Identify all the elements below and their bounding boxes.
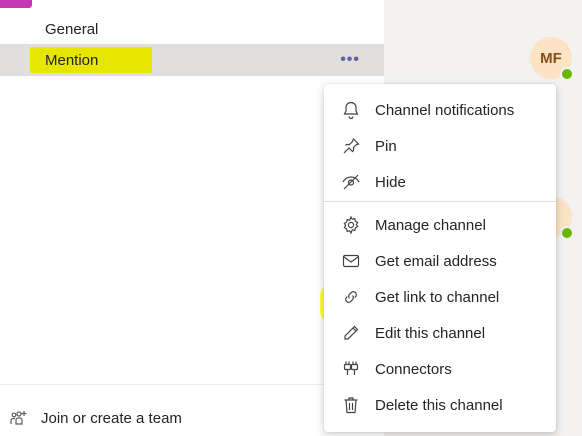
channel-context-menu: Channel notifications Pin Hide Manage ch…: [324, 84, 556, 432]
bell-icon: [340, 99, 362, 121]
menu-item-connectors[interactable]: Connectors: [324, 351, 556, 387]
menu-item-get-link-to-channel[interactable]: Get link to channel: [324, 279, 556, 315]
menu-item-get-email-address[interactable]: Get email address: [324, 243, 556, 279]
channel-item-general[interactable]: General: [0, 13, 384, 45]
menu-item-label: Connectors: [375, 360, 452, 378]
add-team-icon: [9, 408, 29, 428]
mail-icon: [340, 250, 362, 272]
presence-available-icon: [560, 67, 574, 81]
menu-item-label: Hide: [375, 173, 406, 191]
team-color-marker: [0, 0, 32, 8]
menu-item-label: Get email address: [375, 252, 497, 270]
join-or-create-team-button[interactable]: Join or create a team: [0, 400, 182, 436]
menu-item-edit-this-channel[interactable]: Edit this channel: [324, 315, 556, 351]
gear-icon: [340, 214, 362, 236]
menu-item-label: Pin: [375, 137, 397, 155]
menu-item-label: Channel notifications: [375, 101, 515, 119]
channel-label: General: [45, 20, 99, 38]
menu-item-label: Edit this channel: [375, 324, 486, 342]
pin-icon: [340, 135, 362, 157]
menu-item-label: Get link to channel: [375, 288, 500, 306]
menu-item-delete-this-channel[interactable]: Delete this channel: [324, 387, 556, 423]
menu-divider: [324, 201, 556, 202]
avatar-initials: MF: [540, 49, 562, 67]
presence-available-icon: [560, 226, 574, 240]
menu-item-label: Delete this channel: [375, 396, 503, 414]
join-team-label: Join or create a team: [41, 409, 182, 427]
menu-item-label: Manage channel: [375, 216, 486, 234]
more-options-button[interactable]: •••: [340, 51, 360, 69]
menu-item-hide[interactable]: Hide: [324, 164, 556, 200]
eye-off-icon: [340, 171, 362, 193]
menu-item-channel-notifications[interactable]: Channel notifications: [324, 92, 556, 128]
avatar[interactable]: MF: [530, 37, 574, 81]
menu-item-pin[interactable]: Pin: [324, 128, 556, 164]
trash-icon: [340, 394, 362, 416]
pencil-icon: [340, 322, 362, 344]
link-icon: [340, 286, 362, 308]
connectors-icon: [340, 358, 362, 380]
channel-label-overlay: Mention: [45, 51, 99, 69]
menu-item-manage-channel[interactable]: Manage channel: [324, 207, 556, 243]
